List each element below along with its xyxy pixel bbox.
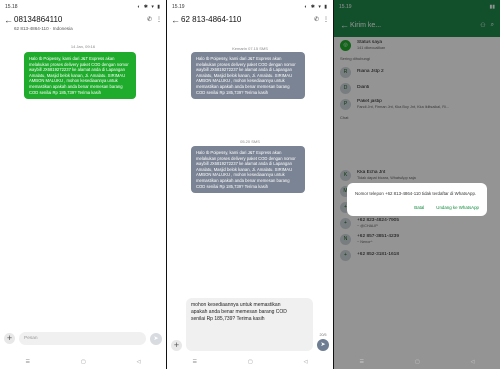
- received-message-bubble[interactable]: Halo Ib Poipessy, kami dari J&T Express …: [24, 52, 136, 100]
- char-count: 20/5: [319, 333, 327, 337]
- whatsapp-phone-3: 15.19 ▮▮ ← Kirim ke... ⚇ ⌕ ◎ Status saya…: [334, 0, 500, 369]
- add-attachment-icon[interactable]: +: [171, 340, 182, 351]
- message-input[interactable]: Pesan: [19, 332, 146, 345]
- home-icon[interactable]: ▢: [415, 359, 420, 365]
- dialog-message: Nomor telepon +62 813-4864-110 tidak ter…: [355, 191, 477, 196]
- more-options-icon[interactable]: ⋮: [323, 15, 329, 25]
- phone-call-icon[interactable]: ✆: [147, 15, 152, 25]
- recent-apps-icon[interactable]: ☰: [359, 359, 363, 365]
- status-time: 15.19: [172, 3, 185, 10]
- message-date: 14 Jan, 09:16: [70, 44, 96, 49]
- messages-phone-1: 15.18 ◐ ✱ ▾ ▮ ← 08134864110 62 813-4864-…: [0, 0, 166, 369]
- contact-name: 08134864110: [14, 15, 63, 24]
- message-date: Kemarin 07.15 SMS: [232, 46, 268, 51]
- add-attachment-icon[interactable]: +: [4, 333, 15, 344]
- back-nav-icon[interactable]: ◁: [304, 359, 308, 365]
- back-nav-icon[interactable]: ◁: [471, 359, 475, 365]
- send-icon[interactable]: ➤: [150, 332, 162, 345]
- status-icons: ◐ ✱ ▾ ▮: [304, 3, 328, 10]
- nav-bar: ☰ ▢ ◁: [334, 355, 500, 369]
- compose-bar: + Pesan ➤: [0, 332, 166, 345]
- home-icon[interactable]: ▢: [81, 359, 86, 365]
- not-registered-dialog: Nomor telepon +62 813-4864-110 tidak ter…: [347, 183, 487, 216]
- conversation-header: ← 62 813-4864-110 ✆ ⋮: [167, 13, 333, 35]
- received-message-bubble[interactable]: Halo Ib Poipessy, kami dari J&T Express …: [191, 146, 305, 194]
- cancel-button[interactable]: Batal: [414, 205, 424, 210]
- status-icons: ◐ ✱ ▾ ▮: [137, 3, 161, 10]
- status-bar: 15.19 ◐ ✱ ▾ ▮: [167, 0, 333, 13]
- back-arrow-icon[interactable]: ←: [171, 15, 181, 25]
- contact-number: 62 813-4864-110: [181, 15, 242, 24]
- home-icon[interactable]: ▢: [248, 359, 253, 365]
- message-date: 05.20 SMS: [240, 139, 260, 144]
- nav-bar: ☰ ▢ ◁: [167, 355, 333, 369]
- contact-number: 62 813-4864-110 · Indonesia: [14, 26, 73, 31]
- phone-call-icon[interactable]: ✆: [314, 15, 319, 25]
- messages-phone-2: 15.19 ◐ ✱ ▾ ▮ ← 62 813-4864-110 ✆ ⋮ Kema…: [167, 0, 333, 369]
- send-icon[interactable]: ➤: [317, 339, 329, 351]
- back-nav-icon[interactable]: ◁: [137, 359, 141, 365]
- more-options-icon[interactable]: ⋮: [156, 15, 162, 25]
- recent-apps-icon[interactable]: ☰: [192, 359, 196, 365]
- status-time: 15.18: [5, 3, 18, 10]
- draft-text: mohon kesediaannya untuk memastikan apak…: [191, 302, 287, 322]
- recent-apps-icon[interactable]: ☰: [25, 359, 29, 365]
- received-message-bubble[interactable]: Halo Ib Poipessy, kami dari J&T Express …: [191, 52, 305, 100]
- nav-bar: ☰ ▢ ◁: [0, 355, 166, 369]
- invite-button[interactable]: Undang ke WhatsApp: [436, 205, 479, 210]
- back-arrow-icon[interactable]: ←: [4, 15, 14, 25]
- message-input[interactable]: mohon kesediaannya untuk memastikan apak…: [186, 298, 313, 351]
- conversation-header: ← 08134864110 62 813-4864-110 · Indonesi…: [0, 13, 166, 41]
- compose-bar: + mohon kesediaannya untuk memastikan ap…: [167, 298, 333, 351]
- status-bar: 15.18 ◐ ✱ ▾ ▮: [0, 0, 166, 13]
